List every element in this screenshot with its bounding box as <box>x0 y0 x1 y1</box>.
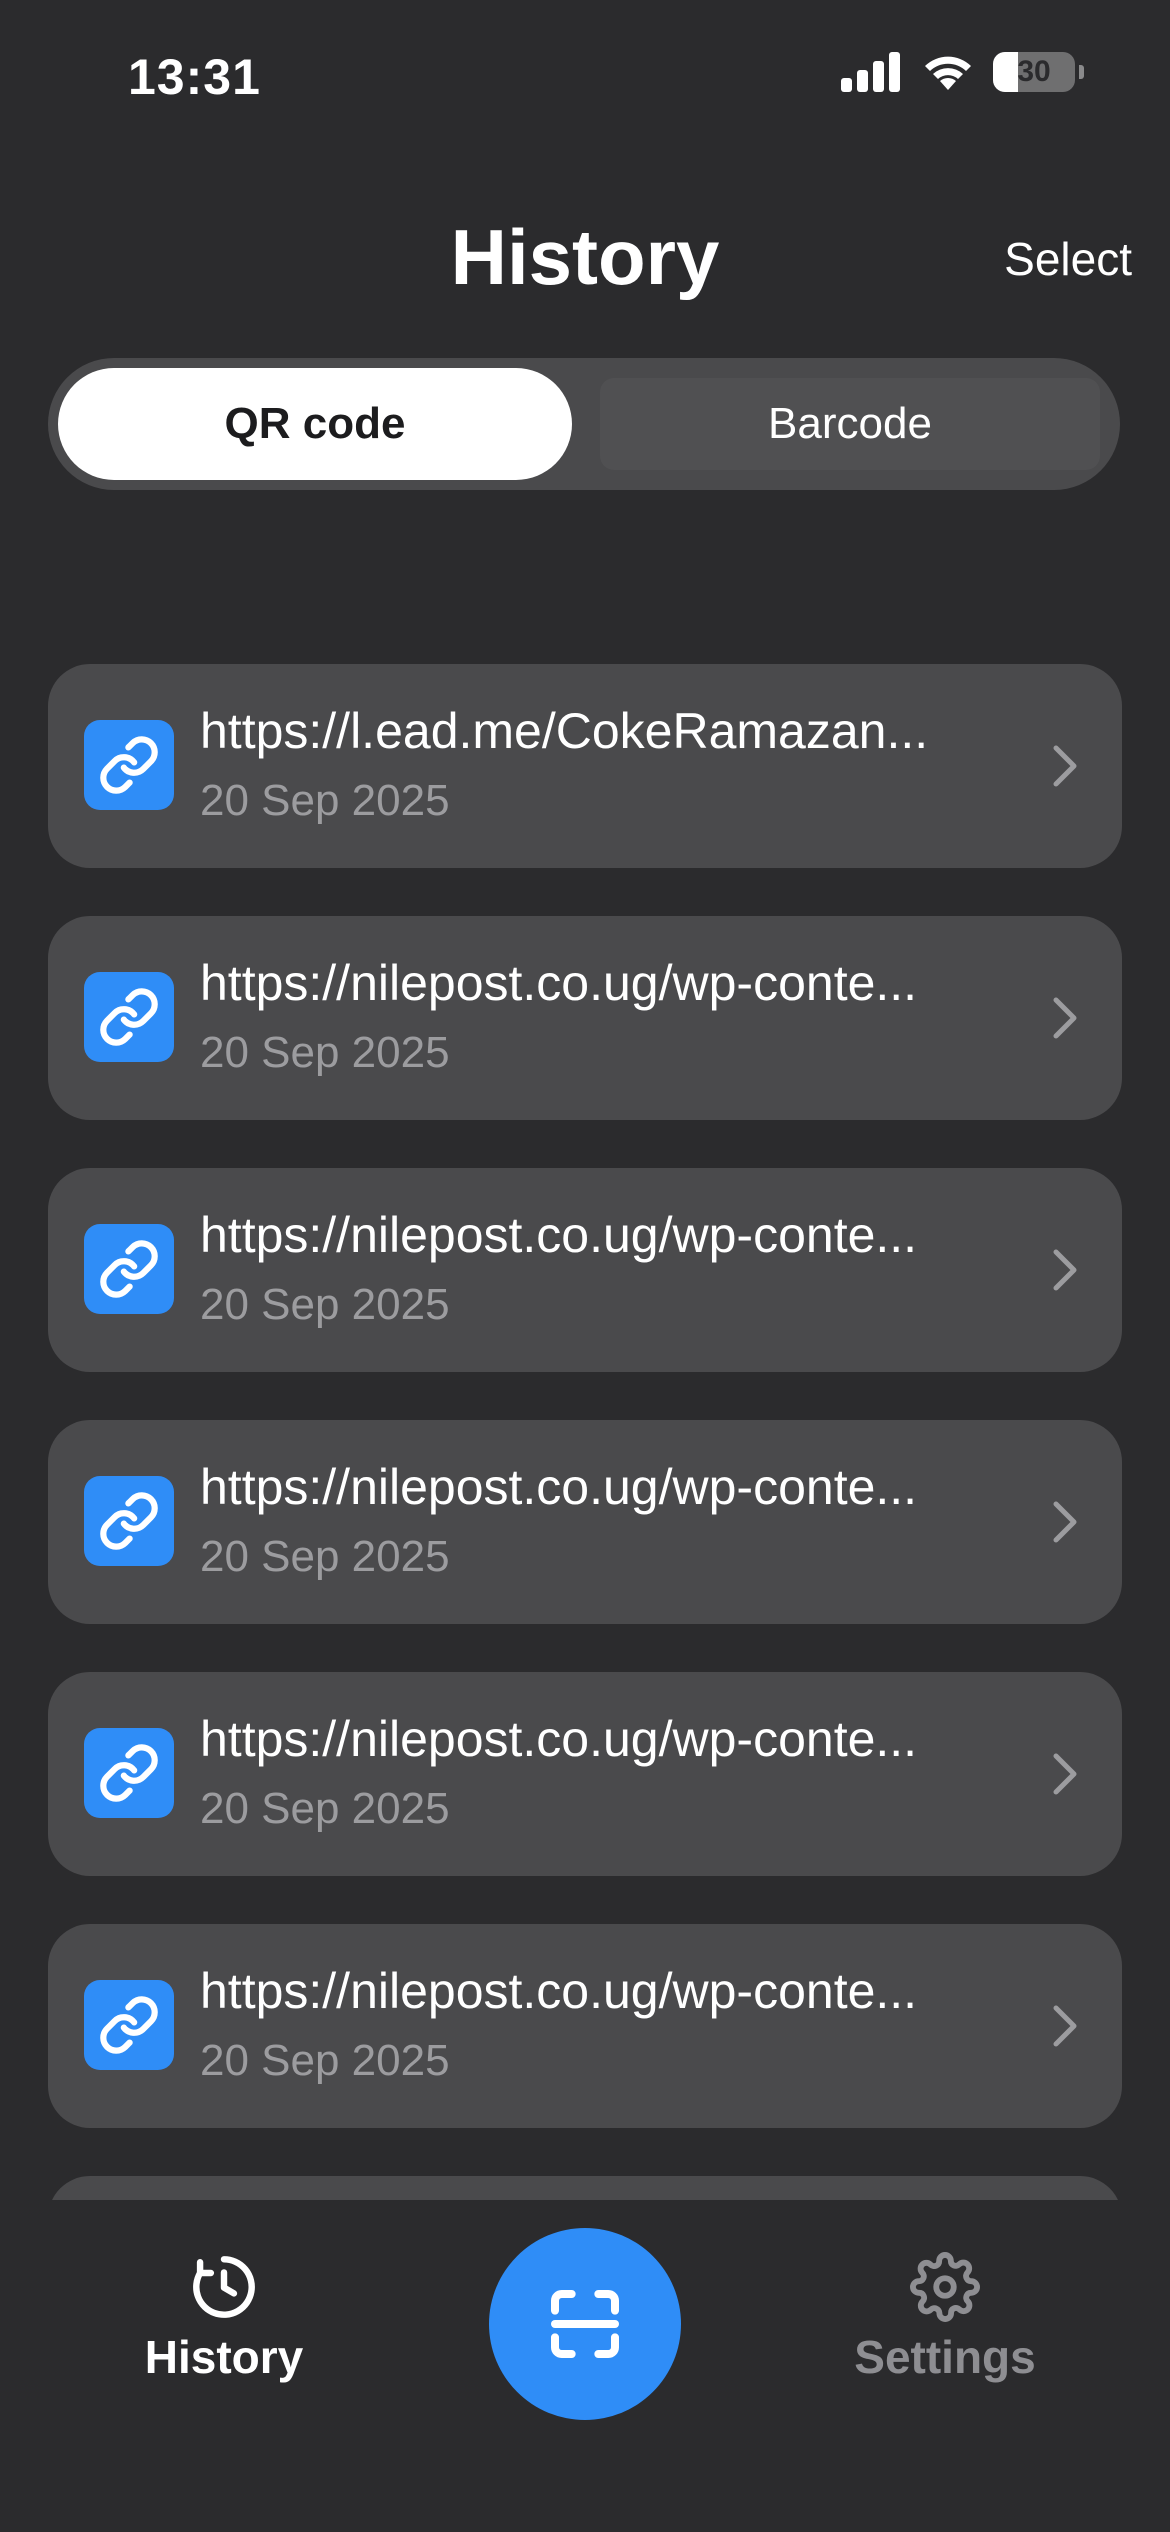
tab-history[interactable]: History <box>94 2252 354 2384</box>
link-icon <box>84 972 174 1062</box>
link-icon <box>84 1224 174 1314</box>
history-row[interactable]: https://nilepost.co.ug/wp-conte... 20 Se… <box>48 1168 1122 1372</box>
chevron-right-icon <box>1053 1753 1077 1795</box>
history-row[interactable]: https://nilepost.co.ug/wp-conte... 20 Se… <box>48 1420 1122 1624</box>
status-bar: 13:31 30 <box>0 0 1170 150</box>
history-item-title: https://nilepost.co.ug/wp-conte... <box>200 1711 918 1767</box>
link-icon <box>84 1476 174 1566</box>
tab-bar: History Settings <box>0 2200 1170 2532</box>
history-row[interactable]: https://nilepost.co.ug/wp-conte... 20 Se… <box>48 1672 1122 1876</box>
battery-level: 30 <box>1017 55 1051 88</box>
tab-settings-label: Settings <box>854 2331 1036 2383</box>
history-item-date: 20 Sep 2025 <box>200 1280 450 1329</box>
history-row[interactable]: https://nilepost.co.ug/wp-conte... 20 Se… <box>48 1924 1122 2128</box>
tab-settings[interactable]: Settings <box>815 2252 1075 2384</box>
page-title: History <box>450 213 720 301</box>
chevron-right-icon <box>1053 745 1077 787</box>
battery-icon: 30 <box>993 52 1075 92</box>
history-item-title: https://l.ead.me/CokeRamazan... <box>200 703 929 759</box>
history-row[interactable]: https://l.ead.me/CokeRamazan... 20 Sep 2… <box>48 664 1122 868</box>
history-row[interactable]: https://nilepost.co.ug/wp-conte... 20 Se… <box>48 916 1122 1120</box>
history-item-date: 20 Sep 2025 <box>200 1532 450 1581</box>
select-button[interactable]: Select <box>1004 232 1132 286</box>
chevron-right-icon <box>1053 1501 1077 1543</box>
history-item-title: https://nilepost.co.ug/wp-conte... <box>200 1207 918 1263</box>
tab-history-label: History <box>144 2331 304 2383</box>
history-item-title: https://nilepost.co.ug/wp-conte... <box>200 1459 918 1515</box>
link-icon <box>84 1980 174 2070</box>
link-icon <box>84 720 174 810</box>
link-icon <box>84 1728 174 1818</box>
history-item-date: 20 Sep 2025 <box>200 1784 450 1833</box>
battery-fill <box>993 52 1018 92</box>
chevron-right-icon <box>1053 2005 1077 2047</box>
wifi-icon <box>925 56 971 90</box>
history-row-partial[interactable] <box>48 2176 1122 2200</box>
history-item-date: 20 Sep 2025 <box>200 1028 450 1077</box>
history-item-title: https://nilepost.co.ug/wp-conte... <box>200 955 918 1011</box>
segmented-control: Barcode QR code <box>48 358 1120 490</box>
segment-qr-code[interactable]: QR code <box>58 368 572 480</box>
signal-icon <box>841 52 900 92</box>
scan-icon <box>551 2290 619 2358</box>
clock-history-icon <box>193 2256 255 2318</box>
status-icons: 30 <box>841 52 1084 92</box>
history-item-date: 20 Sep 2025 <box>200 776 450 825</box>
history-item-title: https://nilepost.co.ug/wp-conte... <box>200 1963 918 2019</box>
chevron-right-icon <box>1053 1249 1077 1291</box>
gear-icon <box>910 2252 980 2322</box>
segment-barcode[interactable]: Barcode <box>600 378 1100 470</box>
history-list: https://l.ead.me/CokeRamazan... 20 Sep 2… <box>48 664 1122 2200</box>
chevron-right-icon <box>1053 997 1077 1039</box>
scan-button[interactable] <box>489 2228 681 2420</box>
status-time: 13:31 <box>128 49 261 105</box>
history-item-date: 20 Sep 2025 <box>200 2036 450 2085</box>
battery-nub <box>1079 65 1084 79</box>
